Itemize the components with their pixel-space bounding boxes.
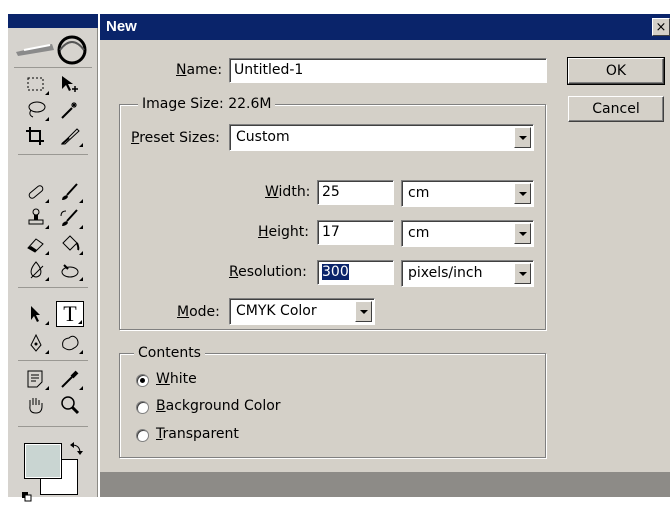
dialog-title: New [106,18,137,35]
custom-shape-tool-icon[interactable] [56,330,84,356]
zoom-tool-icon[interactable] [56,392,84,418]
mode-dropdown[interactable]: CMYK Color [229,298,375,325]
preset-sizes-dropdown[interactable]: Custom [229,124,534,151]
brush-tool-icon[interactable] [56,179,84,205]
pen-tool-icon[interactable] [22,330,50,356]
history-brush-tool-icon[interactable] [56,205,84,231]
preset-sizes-label: Preset Sizes: [131,130,220,146]
eraser-tool-icon[interactable] [22,231,50,257]
resolution-label: Resolution: [229,264,307,280]
radio-transparent[interactable] [136,429,149,442]
paint-bucket-tool-icon[interactable] [56,231,84,257]
default-colors-icon[interactable] [22,490,32,502]
toolbox-divider [18,287,88,288]
toolbox-title-bar[interactable] [8,14,98,28]
move-tool-icon[interactable] [56,71,84,97]
workspace-background [100,472,670,497]
background-color-label: Background Color [156,398,281,414]
dialog-title-bar[interactable]: New × [100,14,670,40]
blur-tool-icon[interactable] [22,257,50,283]
height-input[interactable]: 17 [317,220,394,245]
mode-label: Mode: [177,304,220,320]
crop-tool-icon[interactable] [22,123,50,149]
chevron-down-icon[interactable] [514,127,531,148]
name-label: Name: [176,62,223,78]
width-unit-dropdown[interactable]: cm [401,180,534,207]
width-label: Width: [265,184,311,200]
cancel-button[interactable]: Cancel [568,96,664,122]
toolbox-divider [18,360,88,361]
mode-value: CMYK Color [236,303,317,319]
slice-tool-icon[interactable] [56,123,84,149]
new-document-dialog: New × Name: Untitled-1 OK Cancel Image S… [100,14,670,497]
name-field[interactable]: Untitled-1 [229,58,547,83]
clone-stamp-tool-icon[interactable] [22,205,50,231]
path-selection-tool-icon[interactable] [22,301,50,327]
width-input[interactable]: 25 [317,180,394,205]
resolution-unit-value: pixels/inch [408,265,483,281]
notes-tool-icon[interactable] [22,366,50,392]
magic-wand-tool-icon[interactable] [56,97,84,123]
radio-white[interactable] [136,374,149,387]
chevron-down-icon[interactable] [355,301,372,322]
chevron-down-icon[interactable] [514,263,531,284]
height-unit-value: cm [408,225,430,241]
image-size-label: Image Size: 22.6M [138,96,276,112]
close-button[interactable]: × [652,18,670,36]
type-tool-glyph: T [63,301,77,326]
photoshop-logo-icon[interactable] [14,30,92,68]
foreground-color-swatch[interactable] [24,443,62,479]
resolution-unit-dropdown[interactable]: pixels/inch [401,260,534,287]
white-label: White [156,371,197,387]
contents-label: Contents [134,345,205,361]
swap-colors-icon[interactable] [70,442,84,460]
preset-sizes-value: Custom [236,129,290,145]
height-unit-dropdown[interactable]: cm [401,220,534,247]
radio-background-color[interactable] [136,401,149,414]
lasso-tool-icon[interactable] [22,97,50,123]
resolution-input[interactable]: 300 [317,260,394,285]
toolbox-palette: T [8,14,98,502]
hand-tool-icon[interactable] [22,392,50,418]
ok-button[interactable]: OK [567,57,665,85]
resolution-value: 300 [322,264,349,280]
chevron-down-icon[interactable] [514,223,531,244]
dodge-tool-icon[interactable] [56,257,84,283]
close-icon: × [655,19,667,35]
height-label: Height: [258,224,309,240]
chevron-down-icon[interactable] [514,183,531,204]
toolbox-divider [18,154,88,155]
eyedropper-tool-icon[interactable] [56,366,84,392]
toolbox-divider [18,426,88,427]
transparent-label: Transparent [156,426,239,442]
healing-brush-tool-icon[interactable] [22,179,50,205]
width-unit-value: cm [408,185,430,201]
type-tool-icon[interactable]: T [56,301,84,327]
marquee-tool-icon[interactable] [22,71,50,97]
